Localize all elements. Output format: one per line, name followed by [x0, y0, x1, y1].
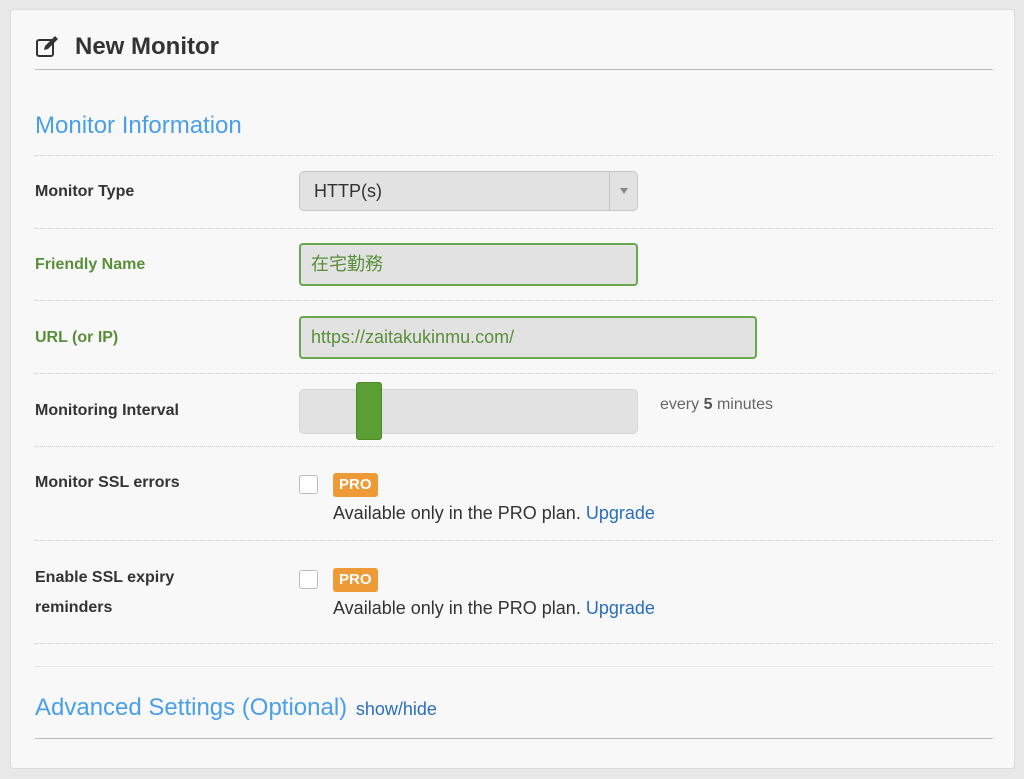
interval-slider-handle[interactable] [356, 382, 382, 440]
interval-prefix: every [660, 396, 700, 413]
advanced-settings-title: Advanced Settings (Optional) [35, 694, 348, 721]
pro-badge: PRO [333, 568, 378, 592]
show-hide-toggle[interactable]: show/hide [356, 699, 437, 719]
divider [35, 373, 993, 374]
interval-suffix: minutes [716, 396, 773, 413]
page-title: New Monitor [75, 32, 219, 60]
ssl-expiry-label-line2: reminders [35, 599, 113, 616]
ssl-errors-checkbox[interactable] [299, 475, 318, 494]
divider [35, 446, 993, 447]
interval-slider-track[interactable] [299, 389, 638, 434]
monitoring-interval-label: Monitoring Interval [35, 402, 179, 419]
divider [35, 300, 993, 301]
divider [35, 228, 993, 229]
monitor-type-value: HTTP(s) [314, 181, 382, 201]
panel-header: New Monitor [35, 24, 993, 70]
interval-readout: every 5 minutes [660, 396, 773, 414]
advanced-settings-heading: Advanced Settings (Optional) show/hide [35, 694, 437, 722]
friendly-name-label: Friendly Name [35, 256, 146, 273]
ssl-errors-label: Monitor SSL errors [35, 474, 180, 491]
divider [35, 643, 993, 644]
monitor-type-select[interactable]: HTTP(s) [299, 171, 638, 211]
upgrade-link[interactable]: Upgrade [586, 598, 655, 618]
url-input[interactable]: https://zaitakukinmu.com/ [299, 316, 757, 359]
divider [35, 666, 993, 667]
ssl-expiry-label-line1: Enable SSL expiry [35, 569, 175, 586]
monitor-type-label: Monitor Type [35, 183, 135, 200]
dropdown-arrow-icon[interactable] [609, 172, 637, 210]
upgrade-link[interactable]: Upgrade [586, 503, 655, 523]
interval-value: 5 [703, 396, 713, 413]
ssl-errors-pro-notice: Available only in the PRO plan. Upgrade [333, 503, 655, 524]
pro-notice-text: Available only in the PRO plan. [333, 503, 581, 523]
ssl-expiry-checkbox[interactable] [299, 570, 318, 589]
pro-badge: PRO [333, 473, 378, 497]
ssl-expiry-pro-notice: Available only in the PRO plan. Upgrade [333, 598, 655, 619]
friendly-name-input[interactable]: 在宅勤務 [299, 243, 638, 286]
new-monitor-panel: New Monitor Monitor Information Monitor … [10, 9, 1015, 769]
pro-notice-text: Available only in the PRO plan. [333, 598, 581, 618]
url-label: URL (or IP) [35, 329, 119, 346]
divider [35, 155, 993, 156]
monitor-information-heading: Monitor Information [35, 112, 242, 139]
divider [35, 540, 993, 541]
divider [35, 738, 993, 739]
edit-icon [35, 35, 61, 59]
